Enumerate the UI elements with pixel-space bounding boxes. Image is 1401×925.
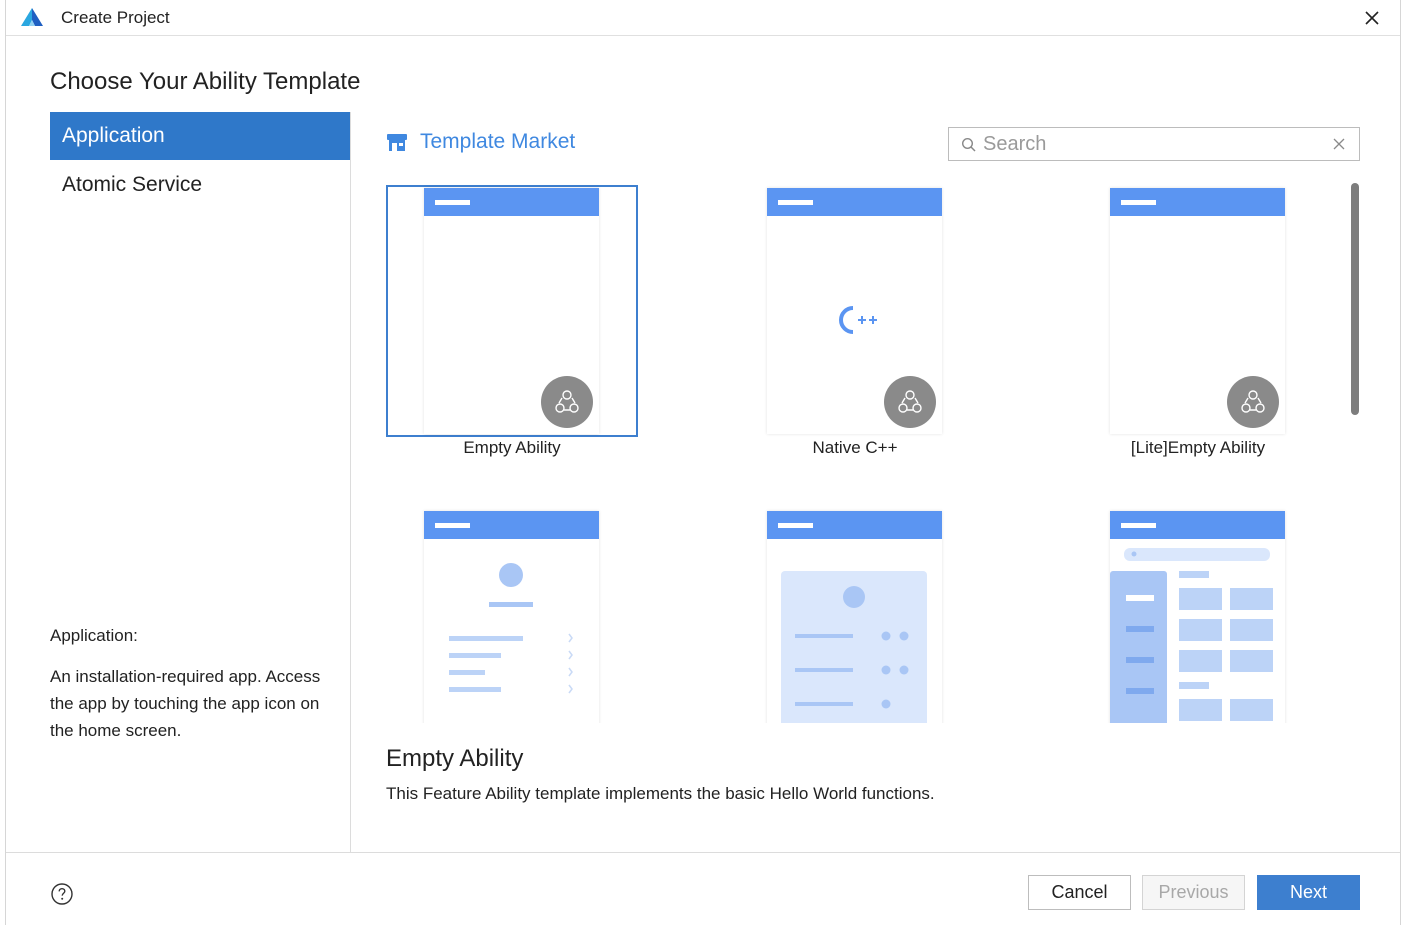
next-button[interactable]: Next [1257, 875, 1360, 910]
close-icon [1365, 11, 1379, 25]
previous-button[interactable]: Previous [1142, 875, 1245, 910]
create-project-dialog: Create Project Choose Your Ability Templ… [5, 0, 1401, 925]
sidebar: Application Atomic Service Application: … [6, 112, 351, 852]
card-preview-graphic [781, 571, 927, 723]
template-preview [424, 511, 599, 723]
search-box [948, 127, 1360, 161]
template-preview [1110, 511, 1285, 723]
store-icon [387, 134, 407, 151]
close-button[interactable] [1358, 4, 1386, 32]
harmony-badge-icon [541, 376, 593, 428]
description-title: Application: [50, 626, 138, 645]
search-input[interactable] [983, 131, 1313, 157]
template-preview [424, 188, 599, 434]
template-preview [767, 511, 942, 723]
template-grid-scrollbar[interactable] [1351, 183, 1359, 415]
template-label: [Lite]Empty Ability [1130, 438, 1266, 457]
template-preview [1110, 188, 1285, 434]
template-label: Empty Ability [463, 438, 561, 457]
description-text: An installation-required app. Access the… [50, 667, 321, 740]
template-preview [767, 188, 942, 434]
template-market-label: Template Market [420, 130, 576, 153]
harmony-badge-icon [884, 376, 936, 428]
help-icon[interactable] [50, 882, 74, 906]
list-preview-graphic [449, 563, 573, 694]
harmony-badge-icon [1227, 376, 1279, 428]
page-title: Choose Your Ability Template [50, 68, 361, 95]
cpp-icon [839, 306, 877, 334]
search-icon [961, 137, 976, 152]
template-market-link[interactable]: Template Market [386, 130, 575, 154]
sidebar-item-atomic-service[interactable]: Atomic Service [50, 161, 350, 209]
selected-template-title: Empty Ability [386, 745, 524, 772]
grid-preview-graphic [1110, 548, 1273, 723]
app-logo-icon [21, 8, 43, 26]
selected-template-description: This Feature Ability template implements… [386, 784, 935, 803]
dialog-footer: Cancel Previous Next [6, 852, 1400, 925]
sidebar-description: Application: An installation-required ap… [50, 622, 340, 744]
template-grid: Empty Ability Native C++ [Lite]Empty Abi… [386, 183, 1316, 723]
window-title: Create Project [61, 8, 170, 27]
cancel-button[interactable]: Cancel [1028, 875, 1131, 910]
template-label: Native C++ [812, 438, 898, 457]
title-bar: Create Project [6, 0, 1400, 36]
sidebar-item-application[interactable]: Application [50, 112, 350, 160]
clear-search-icon[interactable] [1331, 136, 1347, 152]
